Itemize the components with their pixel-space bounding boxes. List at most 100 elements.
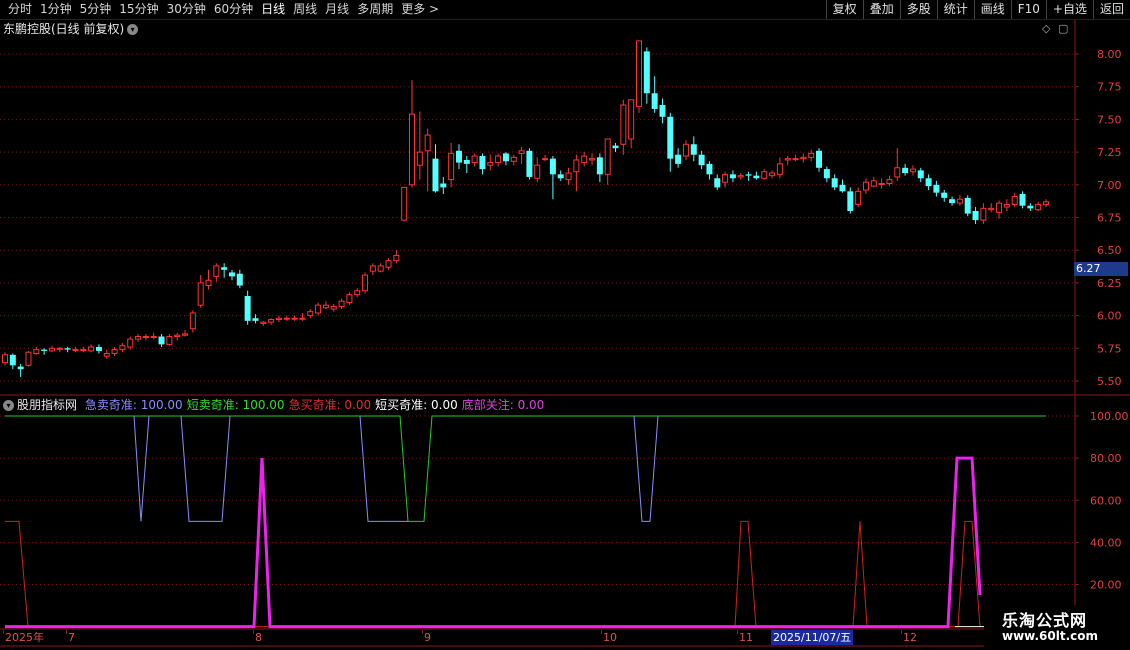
tab-period-7[interactable]: 周线 <box>289 0 321 19</box>
candle-body <box>346 294 353 304</box>
tab-period-9[interactable]: 多周期 <box>353 0 397 19</box>
candle-body <box>839 184 846 192</box>
toolbar-button-2[interactable]: 多股 <box>899 0 937 19</box>
candle-body <box>362 274 369 292</box>
candle-body <box>909 168 916 173</box>
candle-body <box>581 155 588 164</box>
candle-body <box>401 186 408 221</box>
candle-body <box>980 207 987 221</box>
candle-body <box>589 158 596 161</box>
price-axis-label: 7.75 <box>1097 81 1122 94</box>
candle-body <box>205 279 212 287</box>
tab-period-4[interactable]: 30分钟 <box>163 0 210 19</box>
candle-body <box>189 312 196 330</box>
candle-body <box>275 317 282 321</box>
toolbar-button-4[interactable]: 画线 <box>973 0 1011 19</box>
candle-body <box>213 265 220 277</box>
date-label-4: 10 <box>603 631 617 644</box>
toolbar-button-1[interactable]: 叠加 <box>862 0 900 19</box>
candle-body <box>1003 203 1010 208</box>
candle-body <box>784 158 791 161</box>
chevron-down-icon[interactable]: ▾ <box>127 24 139 35</box>
indicator-value-1: 短卖奇准: 100.00 <box>186 398 285 412</box>
candle-body <box>354 290 361 296</box>
chevron-down-icon[interactable]: ▾ <box>3 400 14 411</box>
tab-period-10[interactable]: 更多 > <box>397 0 443 19</box>
candle-body <box>495 155 502 164</box>
candle-body <box>268 319 275 323</box>
candle-body <box>135 336 142 340</box>
candle-body <box>659 105 666 117</box>
candle-body <box>260 321 267 324</box>
candle-body <box>667 116 674 159</box>
candle-body <box>988 207 995 211</box>
candle-body <box>675 154 682 164</box>
candle-body <box>557 174 564 179</box>
candle-body <box>628 99 635 140</box>
candle-body <box>166 336 173 345</box>
diamond-icon[interactable]: ◇ <box>1042 22 1050 35</box>
candle-body <box>737 175 744 178</box>
toolbar-button-7[interactable]: 返回 <box>1092 0 1130 19</box>
candle-body <box>933 184 940 193</box>
candle-body <box>526 150 533 177</box>
date-tick <box>601 630 602 634</box>
candle-body <box>299 317 306 320</box>
candle-body <box>221 267 228 270</box>
watermark-logo: 乐淘公式网 www.60lt.com <box>984 605 1130 650</box>
toolbar-button-0[interactable]: 复权 <box>825 0 863 19</box>
candle-body <box>244 295 251 321</box>
candle-body <box>56 347 63 350</box>
candle-body <box>72 349 79 352</box>
price-axis-label: 6.75 <box>1097 212 1122 225</box>
tab-period-1[interactable]: 1分钟 <box>36 0 76 19</box>
candle-body <box>440 183 447 188</box>
indicator-axis-label: 20.00 <box>1090 579 1122 592</box>
candle-body <box>792 158 799 161</box>
candle-body <box>463 159 470 164</box>
candle-body <box>886 179 893 184</box>
candle-body <box>816 150 823 168</box>
price-axis-label: 8.00 <box>1097 48 1122 61</box>
indicator-value-3: 短买奇准: 0.00 <box>375 398 458 412</box>
indicator-value-2: 急买奇准: 0.00 <box>288 398 372 412</box>
tab-period-5[interactable]: 60分钟 <box>210 0 257 19</box>
candle-body <box>150 336 157 339</box>
candle-body <box>502 153 509 162</box>
tab-period-8[interactable]: 月线 <box>321 0 353 19</box>
candle-body <box>1027 205 1034 209</box>
toolbar-button-5[interactable]: F10 <box>1010 0 1046 19</box>
tab-period-2[interactable]: 5分钟 <box>76 0 116 19</box>
candle-body <box>870 180 877 187</box>
candle-body <box>377 265 384 272</box>
candle-body <box>941 192 948 198</box>
candle-body <box>127 338 134 348</box>
tab-period-0[interactable]: 分时 <box>4 0 36 19</box>
indicator-axis-label: 40.00 <box>1090 536 1122 549</box>
candle-body <box>643 51 650 94</box>
candle-body <box>534 164 541 179</box>
candle-body <box>745 174 752 176</box>
indicator-axis-label: 80.00 <box>1090 452 1122 465</box>
candle-body <box>753 175 760 179</box>
current-price-tag: 6.27 <box>1074 262 1128 276</box>
candle-body <box>542 158 549 161</box>
candle-body <box>729 174 736 179</box>
candle-body <box>706 163 713 175</box>
candle-body <box>596 157 603 175</box>
candle-body <box>479 156 486 170</box>
window-icon[interactable]: ▢ <box>1058 22 1068 35</box>
candle-body <box>48 347 55 352</box>
toolbar-button-3[interactable]: 统计 <box>936 0 974 19</box>
tab-period-3[interactable]: 15分钟 <box>115 0 162 19</box>
candle-body <box>291 317 298 320</box>
candle-body <box>902 167 909 174</box>
candle-body <box>252 318 259 321</box>
series-line-quick-sell <box>133 415 150 522</box>
series-line-quick-buy <box>5 520 981 628</box>
indicator-name: 股朋指标网 <box>17 398 78 412</box>
tab-period-6[interactable]: 日线 <box>257 0 289 19</box>
toolbar-button-6[interactable]: +自选 <box>1045 0 1093 19</box>
price-axis-label: 6.50 <box>1097 244 1122 257</box>
toolbar: 分时 1分钟 5分钟 15分钟 30分钟 60分钟 日线 周线 月线 多周期 更多 > 复权 叠加 多股… <box>0 0 1130 20</box>
